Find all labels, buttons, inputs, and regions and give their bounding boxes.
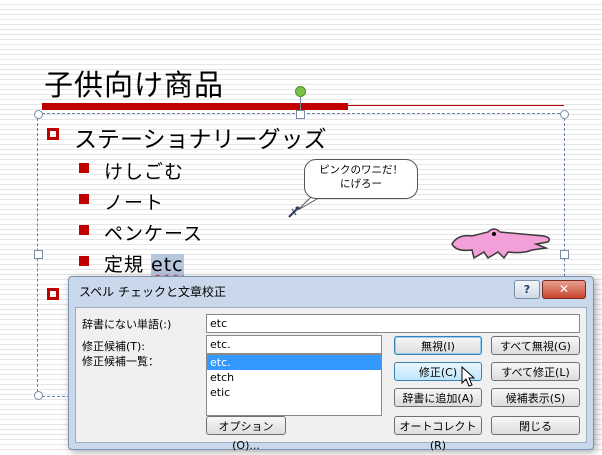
- suggestion-item[interactable]: etch: [207, 370, 381, 385]
- speech-callout[interactable]: ピンクのワニだ！ にげろー: [304, 159, 418, 199]
- ignore-button[interactable]: 無視(I): [394, 336, 482, 355]
- pink-crocodile-clipart[interactable]: [448, 224, 558, 264]
- help-button[interactable]: ?: [514, 280, 540, 299]
- dialog-titlebar[interactable]: スペル チェックと文章校正 ? ✕: [69, 277, 593, 305]
- options-button[interactable]: オプション(O)...: [206, 416, 286, 452]
- mosquito-clipart[interactable]: [287, 205, 301, 219]
- not-in-dictionary-field[interactable]: etc: [206, 314, 580, 333]
- not-in-dictionary-label: 辞書にない単語(:): [82, 318, 172, 331]
- bullet-level2-text[interactable]: けしごむ: [104, 157, 184, 184]
- suggestion-item[interactable]: etc.: [207, 355, 381, 370]
- bullet-level2-text[interactable]: ノート: [104, 188, 164, 215]
- title-underline-thick: [42, 103, 348, 110]
- resize-handle-top[interactable]: [296, 110, 305, 119]
- close-window-button[interactable]: ✕: [542, 280, 586, 299]
- suggestions-list[interactable]: etc. etch etic: [206, 354, 382, 416]
- suggestion-item[interactable]: etic: [207, 385, 381, 400]
- resize-handle-left[interactable]: [34, 250, 43, 259]
- add-to-dictionary-button[interactable]: 辞書に追加(A): [394, 388, 482, 407]
- resize-handle-right[interactable]: [560, 250, 569, 259]
- misspelled-word-highlight[interactable]: etc: [151, 254, 184, 276]
- dialog-title: スペル チェックと文章校正: [79, 285, 226, 299]
- bullet-square-outline: [47, 128, 59, 140]
- slide-title[interactable]: 子供向け商品: [44, 62, 224, 104]
- callout-line-2: にげろー: [340, 178, 382, 190]
- bullet-square-outline: [47, 288, 59, 300]
- spellcheck-dialog: スペル チェックと文章校正 ? ✕ 辞書にない単語(:) etc 修正候補(T)…: [68, 276, 594, 452]
- callout-line-1: ピンクのワニだ！: [319, 164, 403, 176]
- bullet-level2-text[interactable]: 定規 etc: [104, 250, 184, 277]
- resize-handle-bottom-left[interactable]: [34, 391, 43, 400]
- title-underline-thin: [348, 105, 564, 106]
- close-button[interactable]: 閉じる: [491, 416, 580, 435]
- suggest-button[interactable]: 候補表示(S): [491, 388, 580, 407]
- resize-handle-top-right[interactable]: [560, 110, 569, 119]
- bullet-text-prefix: 定規: [104, 254, 152, 276]
- suggestions-label: 修正候補一覧：: [82, 355, 159, 368]
- bullet-filled-square: [79, 194, 89, 204]
- mouse-pointer-icon: [461, 366, 475, 387]
- bullet-filled-square: [79, 225, 89, 235]
- rotation-handle[interactable]: [295, 86, 306, 97]
- change-to-label: 修正候補(T):: [82, 340, 146, 353]
- dialog-body: 辞書にない単語(:) etc 修正候補(T): etc. 修正候補一覧： etc…: [75, 307, 587, 452]
- bullet-level1-text[interactable]: ステーショナリーグッズ: [74, 120, 327, 154]
- ignore-all-button[interactable]: すべて無視(G): [491, 336, 580, 355]
- resize-handle-top-left[interactable]: [34, 110, 43, 119]
- bullet-filled-square: [79, 256, 89, 266]
- bullet-level2-text[interactable]: ペンケース: [104, 219, 203, 246]
- autocorrect-button[interactable]: オートコレクト(R): [394, 416, 482, 452]
- change-to-input[interactable]: etc.: [206, 335, 382, 354]
- bullet-filled-square: [79, 163, 89, 173]
- change-all-button[interactable]: すべて修正(L): [491, 362, 580, 381]
